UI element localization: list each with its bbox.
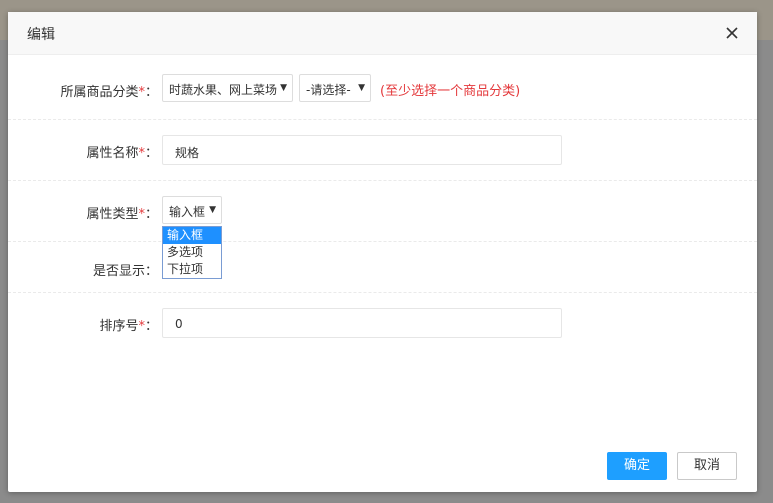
attr-type-option[interactable]: 下拉项 <box>163 261 221 278</box>
divider <box>8 292 757 293</box>
sort-input[interactable]: 0 <box>162 308 562 338</box>
chevron-down-icon: ▼ <box>280 83 287 93</box>
category-select-primary[interactable]: 时蔬水果、网上菜场 ▼ <box>162 74 293 102</box>
attr-name-input[interactable]: 规格 <box>162 135 562 165</box>
attr-type-option[interactable]: 输入框 <box>163 227 221 244</box>
attr-name-label: 属性名称*： <box>86 146 158 161</box>
dialog-title: 编辑 <box>27 27 55 43</box>
dialog-header: 编辑 <box>8 12 757 55</box>
category-hint: (至少选择一个商品分类) <box>380 84 521 99</box>
category-select-secondary[interactable]: -请选择- ▼ <box>299 74 371 102</box>
close-icon[interactable] <box>722 23 742 43</box>
chevron-down-icon: ▼ <box>209 205 216 215</box>
divider <box>8 180 757 181</box>
divider <box>8 119 757 120</box>
edit-dialog: 编辑 所属商品分类*： 时蔬水果、网上菜场 ▼ -请选择- ▼ (至少选择一个商… <box>8 12 757 492</box>
divider <box>8 241 757 242</box>
attr-type-dropdown: 输入框 多选项 下拉项 <box>162 226 222 279</box>
attr-type-select[interactable]: 输入框 ▼ <box>162 196 222 224</box>
cancel-button[interactable]: 取消 <box>677 452 737 480</box>
confirm-button[interactable]: 确定 <box>607 452 667 480</box>
sort-label: 排序号*： <box>99 319 158 334</box>
attr-type-option[interactable]: 多选项 <box>163 244 221 261</box>
chevron-down-icon: ▼ <box>358 83 365 93</box>
category-label: 所属商品分类*： <box>60 85 158 100</box>
attr-type-label: 属性类型*： <box>86 207 158 222</box>
display-label: 是否显示： <box>92 264 158 279</box>
